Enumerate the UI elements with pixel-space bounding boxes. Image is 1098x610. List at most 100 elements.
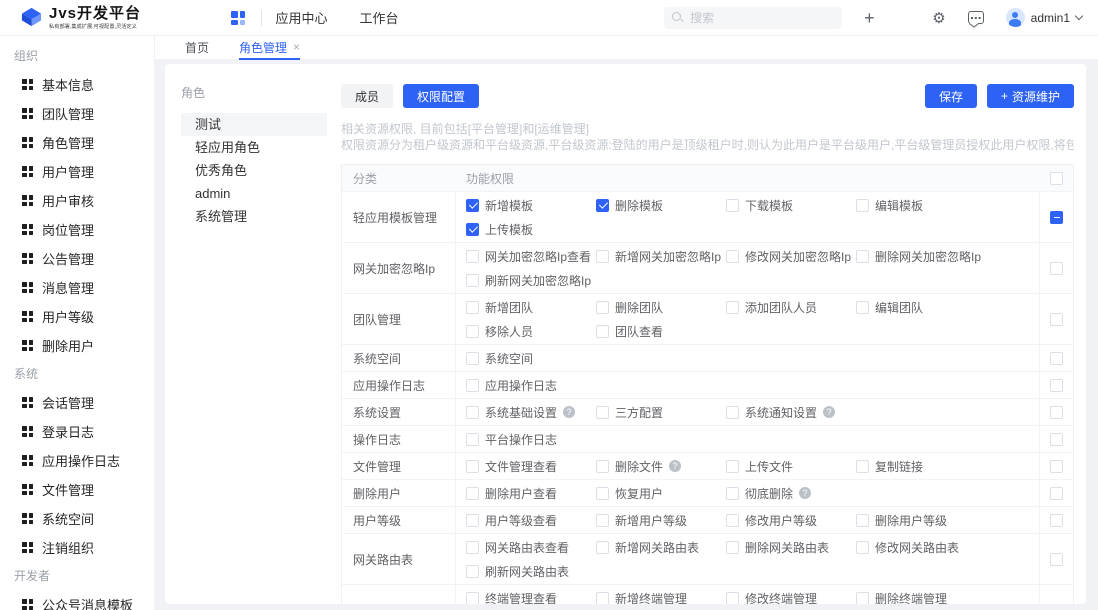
permission-item[interactable]: 用户等级查看 (466, 508, 596, 532)
permission-checkbox[interactable] (726, 301, 739, 314)
permission-item[interactable]: 上传文件 (726, 454, 856, 478)
permission-item[interactable]: 编辑团队 (856, 295, 986, 319)
settings-gear-icon[interactable]: ⚙ (932, 10, 945, 26)
permission-checkbox[interactable] (726, 406, 739, 419)
messages-icon[interactable] (968, 11, 984, 24)
permission-item[interactable]: 下载模板 (726, 193, 856, 217)
permission-item[interactable]: 删除网关路由表 (726, 535, 856, 559)
permission-checkbox[interactable] (466, 487, 479, 500)
permission-item[interactable]: 删除文件? (596, 454, 726, 478)
permission-checkbox[interactable] (466, 250, 479, 263)
permission-item[interactable]: 删除团队 (596, 295, 726, 319)
permission-checkbox[interactable] (856, 460, 869, 473)
permission-checkbox[interactable] (856, 250, 869, 263)
permission-item[interactable]: 新增终端管理 (596, 586, 726, 604)
permission-item[interactable]: 删除用户等级 (856, 508, 986, 532)
row-checkbox[interactable] (1050, 604, 1063, 605)
permission-checkbox[interactable] (726, 514, 739, 527)
sidebar-item[interactable]: 删除用户 (0, 331, 154, 360)
permission-checkbox[interactable] (466, 514, 479, 527)
row-checkbox[interactable] (1050, 211, 1063, 224)
permission-item[interactable]: 新增网关路由表 (596, 535, 726, 559)
add-icon[interactable]: + (864, 10, 875, 26)
sidebar-item[interactable]: 公众号消息模板 (0, 590, 154, 610)
permission-checkbox[interactable] (856, 592, 869, 605)
select-all-checkbox[interactable] (1050, 172, 1063, 185)
permission-checkbox[interactable] (726, 250, 739, 263)
sidebar-item[interactable]: 应用操作日志 (0, 446, 154, 475)
permission-item[interactable]: 应用操作日志 (466, 373, 596, 397)
permission-item[interactable]: 新增用户等级 (596, 508, 726, 532)
permission-checkbox[interactable] (466, 199, 479, 212)
app-logo[interactable]: Jvs开发平台 私有部署,集成扩展,可视配置,灵活定义 (20, 6, 201, 29)
tab[interactable]: 角色管理× (239, 36, 300, 60)
permission-checkbox[interactable] (466, 379, 479, 392)
sidebar-item[interactable]: 注销组织 (0, 533, 154, 562)
row-checkbox[interactable] (1050, 553, 1063, 566)
permission-checkbox[interactable] (596, 460, 609, 473)
row-checkbox[interactable] (1050, 487, 1063, 500)
role-item[interactable]: 测试 (181, 113, 327, 136)
permission-checkbox[interactable] (596, 406, 609, 419)
permission-checkbox[interactable] (596, 301, 609, 314)
permission-item[interactable]: 新增模板 (466, 193, 596, 217)
permission-checkbox[interactable] (726, 592, 739, 605)
sidebar-item[interactable]: 岗位管理 (0, 215, 154, 244)
permission-item[interactable]: 文件管理查看 (466, 454, 596, 478)
row-checkbox[interactable] (1050, 514, 1063, 527)
sidebar-item[interactable]: 用户等级 (0, 302, 154, 331)
permission-checkbox[interactable] (596, 199, 609, 212)
permission-checkbox[interactable] (856, 199, 869, 212)
role-item[interactable]: admin (181, 182, 327, 205)
permission-checkbox[interactable] (466, 325, 479, 338)
close-icon[interactable]: × (293, 42, 300, 52)
permission-item[interactable]: 系统空间 (466, 346, 596, 370)
permission-item[interactable]: 恢复用户 (596, 481, 726, 505)
permission-item[interactable]: 刷新网关加密忽略Ip (466, 268, 596, 292)
sidebar-item[interactable]: 文件管理 (0, 475, 154, 504)
permission-item[interactable]: 网关路由表查看 (466, 535, 596, 559)
permission-item[interactable]: 删除模板 (596, 193, 726, 217)
permission-item[interactable]: 移除人员 (466, 319, 596, 343)
row-checkbox[interactable] (1050, 433, 1063, 446)
permission-checkbox[interactable] (596, 592, 609, 605)
role-item[interactable]: 系统管理 (181, 205, 327, 228)
permission-item[interactable]: 上传模板 (466, 217, 596, 241)
permissions-tab-button[interactable]: 权限配置 (403, 84, 479, 108)
role-item[interactable]: 轻应用角色 (181, 136, 327, 159)
permission-checkbox[interactable] (466, 223, 479, 236)
permission-item[interactable]: 修改终端管理 (726, 586, 856, 604)
permission-checkbox[interactable] (596, 487, 609, 500)
tab[interactable]: 首页 (185, 36, 209, 60)
permission-checkbox[interactable] (726, 541, 739, 554)
apps-grid-icon[interactable] (897, 11, 911, 25)
sidebar-item[interactable]: 基本信息 (0, 70, 154, 99)
permission-item[interactable]: 删除用户查看 (466, 481, 596, 505)
permission-item[interactable]: 三方配置 (596, 400, 726, 424)
sidebar-item[interactable]: 用户审核 (0, 186, 154, 215)
permission-checkbox[interactable] (596, 250, 609, 263)
permission-item[interactable]: 修改网关加密忽略Ip (726, 244, 856, 268)
permission-checkbox[interactable] (596, 325, 609, 338)
permission-checkbox[interactable] (726, 487, 739, 500)
permission-item[interactable]: 新增团队 (466, 295, 596, 319)
permission-checkbox[interactable] (466, 460, 479, 473)
sidebar-item[interactable]: 角色管理 (0, 128, 154, 157)
nav-item[interactable]: 应用中心 (276, 8, 328, 27)
sidebar-item[interactable]: 消息管理 (0, 273, 154, 302)
permission-checkbox[interactable] (856, 514, 869, 527)
permission-item[interactable]: 添加团队人员 (726, 295, 856, 319)
permission-checkbox[interactable] (466, 592, 479, 605)
permission-item[interactable]: 终端管理查看 (466, 586, 596, 604)
permission-item[interactable]: 删除终端管理 (856, 586, 986, 604)
sidebar-item[interactable]: 系统空间 (0, 504, 154, 533)
resource-maintain-button[interactable]: + 资源维护 (987, 84, 1074, 108)
row-checkbox[interactable] (1050, 352, 1063, 365)
permission-checkbox[interactable] (596, 514, 609, 527)
permission-checkbox[interactable] (856, 541, 869, 554)
sidebar-item[interactable]: 登录日志 (0, 417, 154, 446)
row-checkbox[interactable] (1050, 460, 1063, 473)
permission-item[interactable]: 新增网关加密忽略Ip (596, 244, 726, 268)
user-menu[interactable]: admin1 (1006, 8, 1082, 27)
permission-item[interactable]: 复制链接 (856, 454, 986, 478)
